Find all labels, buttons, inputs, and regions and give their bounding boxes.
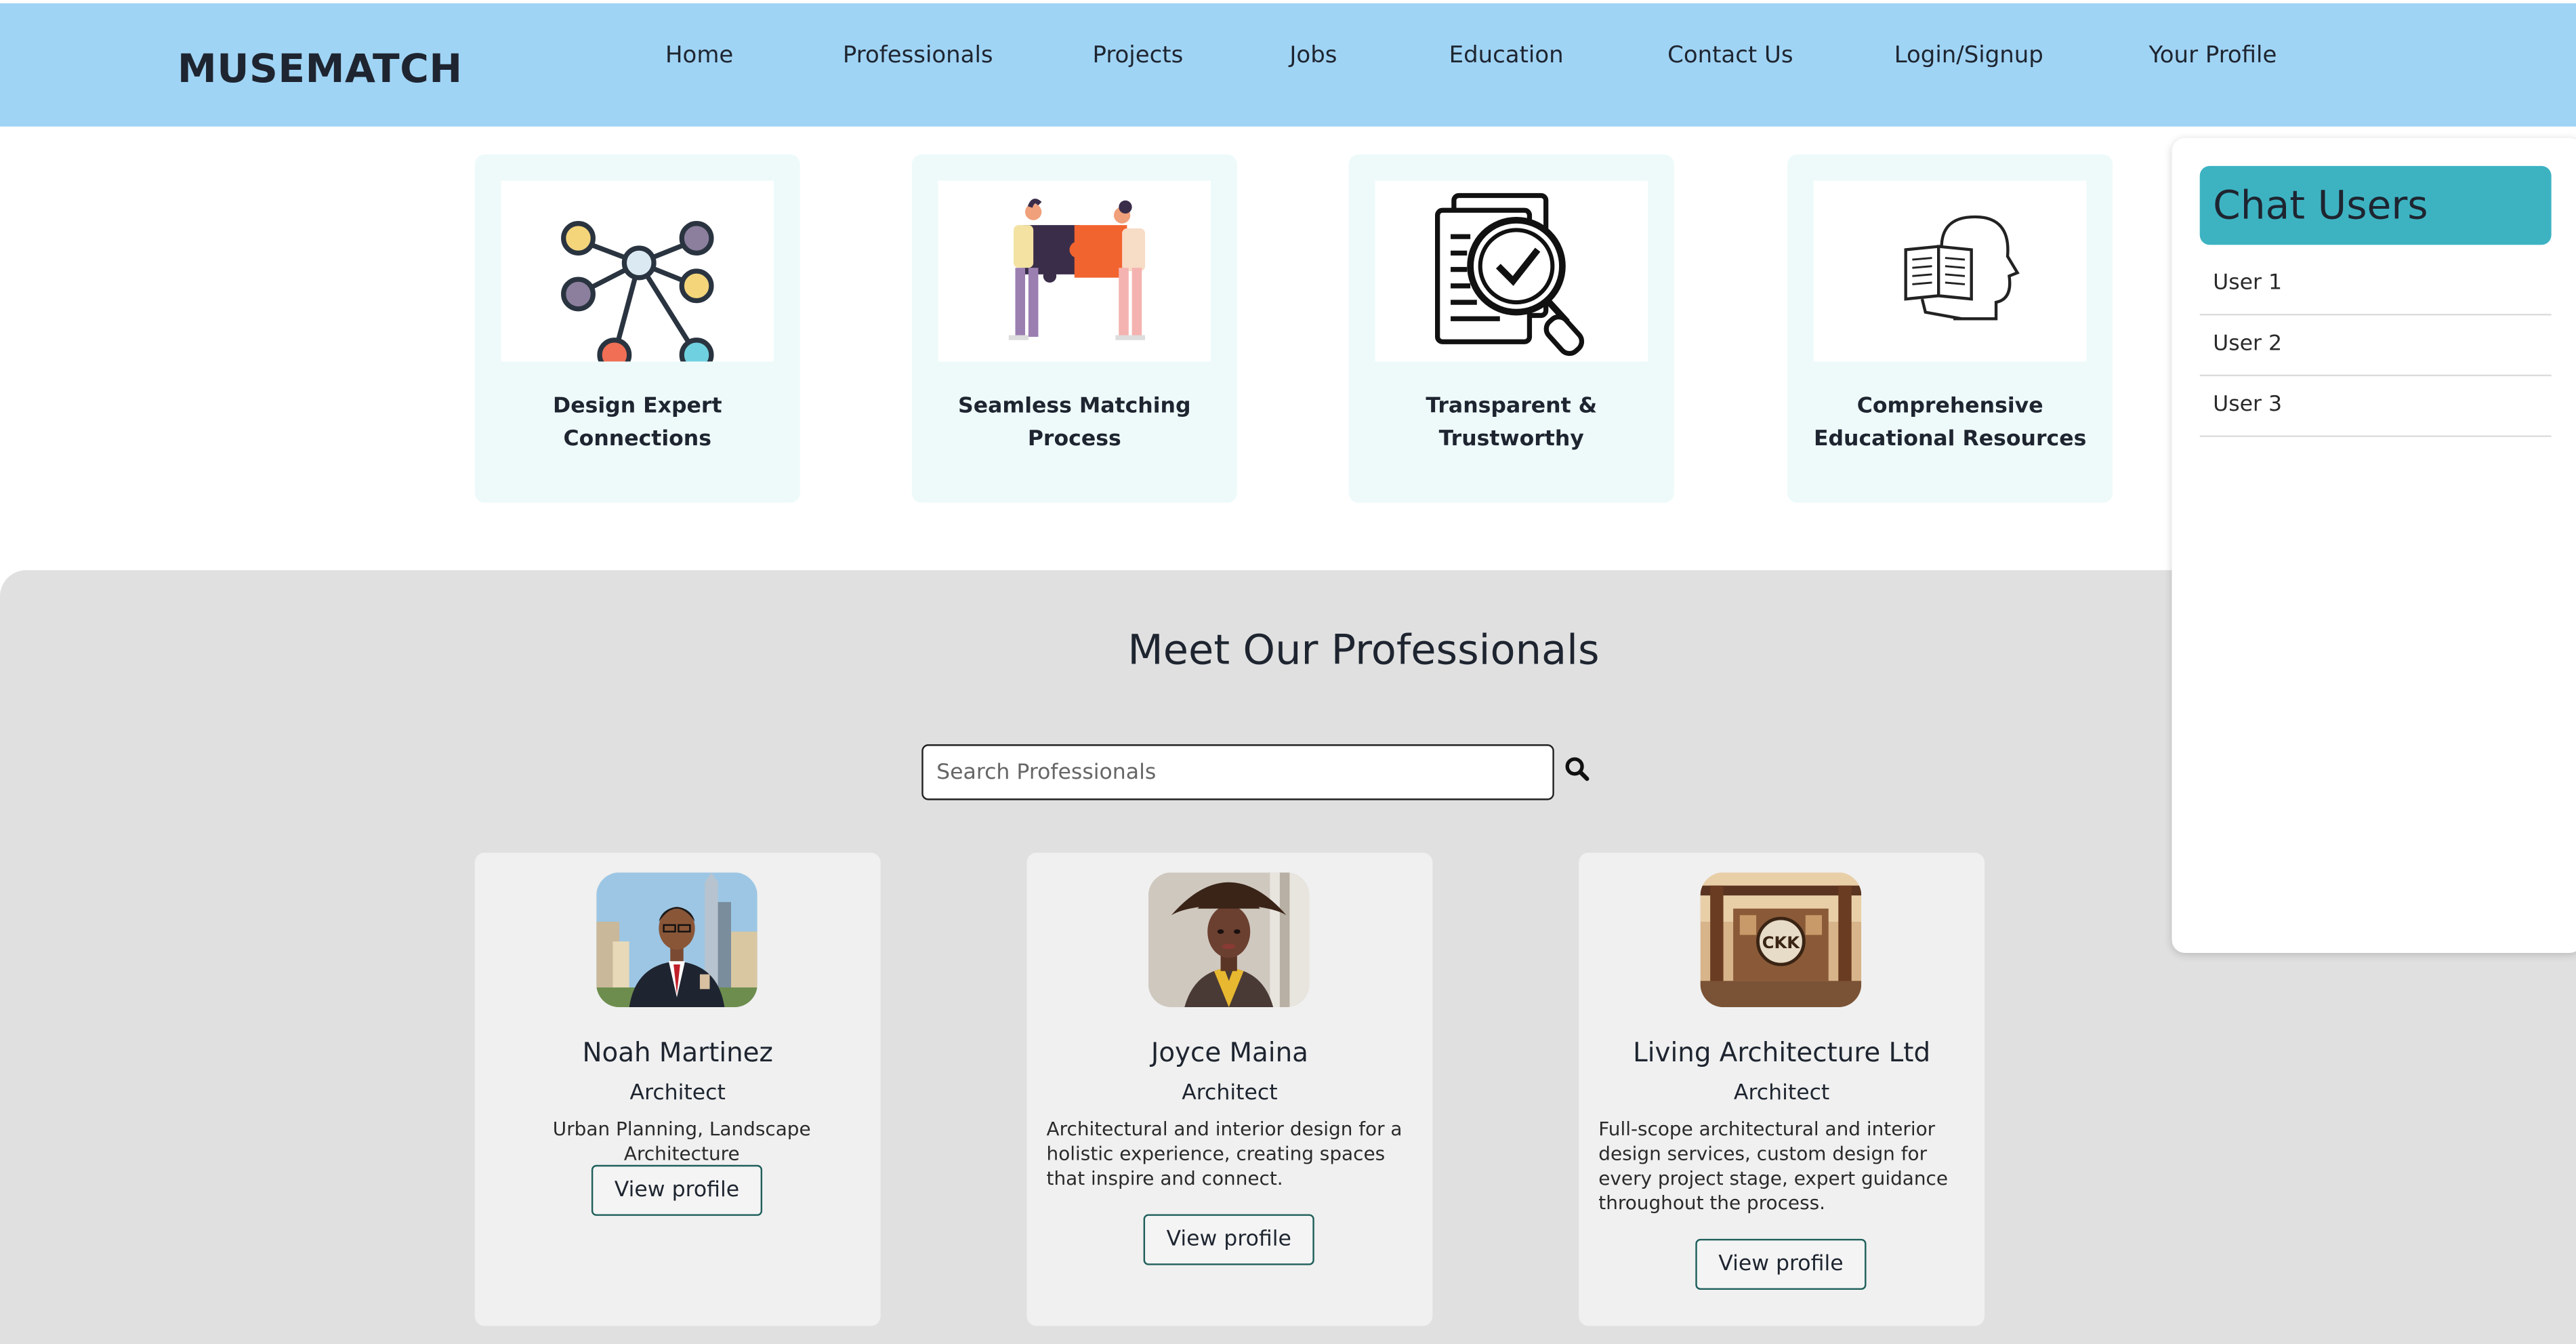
avatar	[1148, 872, 1310, 1008]
brand-logo[interactable]: MUSEMATCH	[178, 46, 463, 92]
nav-login-signup[interactable]: Login/Signup	[1894, 43, 2043, 69]
feature-title: Seamless Matching Process	[958, 394, 1191, 452]
chat-users-panel: Chat Users User 1 User 2 User 3	[2172, 138, 2576, 954]
puzzle-people-icon	[938, 180, 1211, 362]
svg-text:CKK: CKK	[1762, 933, 1801, 952]
professional-card: Joyce Maina Architect Architectural and …	[1026, 853, 1433, 1326]
nav-education[interactable]: Education	[1449, 43, 1564, 69]
professional-card: Noah Martinez Architect Urban Planning, …	[474, 853, 881, 1326]
nav-projects[interactable]: Projects	[1092, 43, 1183, 69]
chat-user-item[interactable]: User 3	[2199, 376, 2552, 437]
feature-card-design-expert: Design Expert Connections	[474, 154, 800, 503]
professional-name: Noah Martinez	[582, 1036, 773, 1068]
feature-card-transparent: Transparent & Trustworthy	[1348, 154, 1674, 503]
nav-home[interactable]: Home	[665, 43, 733, 69]
nav-professionals[interactable]: Professionals	[843, 43, 993, 69]
professional-description: Urban Planning, Landscape Architecture	[552, 1117, 811, 1165]
chat-user-item[interactable]: User 1	[2199, 255, 2552, 316]
professional-description: Architectural and interior design for a …	[1046, 1117, 1403, 1190]
professional-name: Joyce Maina	[1150, 1036, 1308, 1068]
nav-contact-us[interactable]: Contact Us	[1667, 43, 1793, 69]
professional-card: CKK Living Architecture Ltd Architect Fu…	[1579, 853, 1985, 1326]
search-icon[interactable]	[1564, 756, 1590, 782]
feature-card-educational: Comprehensive Educational Resources	[1787, 154, 2113, 503]
page: MUSEMATCH Home Professionals Projects Jo…	[0, 0, 2576, 1344]
search-professionals-input[interactable]	[921, 744, 1554, 800]
top-navbar: MUSEMATCH Home Professionals Projects Jo…	[0, 3, 2576, 127]
view-profile-button[interactable]: View profile	[591, 1164, 763, 1216]
feature-title: Transparent & Trustworthy	[1426, 394, 1598, 452]
feature-title: Design Expert Connections	[553, 394, 722, 452]
nav-jobs[interactable]: Jobs	[1289, 43, 1337, 69]
professional-role: Architect	[1733, 1081, 1830, 1106]
network-nodes-icon	[501, 180, 774, 362]
nav-your-profile[interactable]: Your Profile	[2149, 43, 2277, 69]
company-logo: CKK	[1700, 872, 1862, 1008]
view-profile-button[interactable]: View profile	[1143, 1214, 1314, 1265]
chat-panel-title: Chat Users	[2199, 165, 2552, 245]
head-book-icon	[1813, 180, 2087, 362]
professional-name: Living Architecture Ltd	[1633, 1036, 1931, 1068]
document-check-magnifier-icon	[1375, 180, 1648, 362]
feature-title: Comprehensive Educational Resources	[1813, 394, 2087, 452]
professional-role: Architect	[629, 1081, 726, 1106]
chat-user-item[interactable]: User 2	[2199, 315, 2552, 377]
feature-card-matching: Seamless Matching Process	[911, 154, 1237, 503]
professional-role: Architect	[1182, 1081, 1278, 1106]
professional-description: Full-scope architectural and interior de…	[1598, 1117, 1949, 1215]
view-profile-button[interactable]: View profile	[1695, 1238, 1867, 1290]
avatar	[596, 872, 757, 1008]
